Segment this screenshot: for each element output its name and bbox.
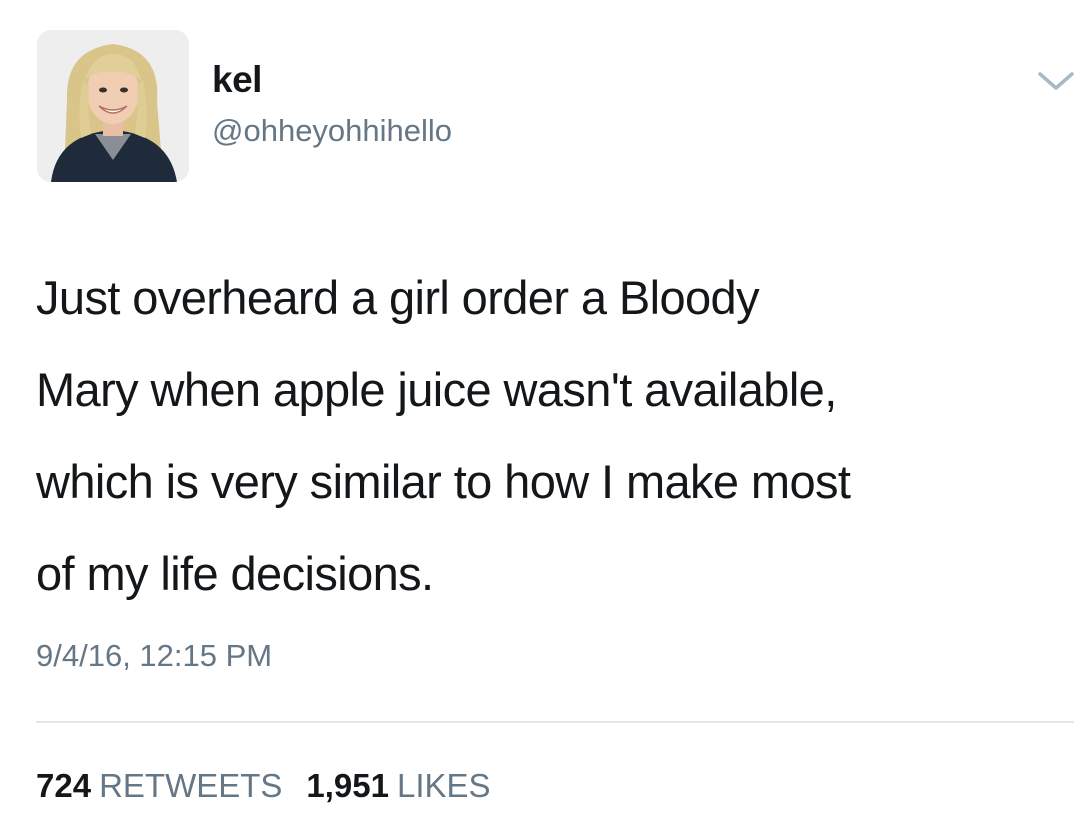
tweet-card: kel @ohheyohhihello Just overheard a gir… [0,0,1080,831]
tweet-text: Just overheard a girl order a Bloody Mar… [36,252,1076,620]
tweet-text-line: of my life decisions. [36,547,434,600]
tweet-timestamp[interactable]: 9/4/16, 12:15 PM [36,636,272,676]
profile-photo-icon [37,30,189,182]
retweets-stat[interactable]: 724 RETWEETS [36,767,282,804]
tweet-text-line: Just overheard a girl order a Bloody [36,271,760,324]
tweet-text-line: Mary when apple juice wasn't available, [36,363,837,416]
chevron-down-icon[interactable] [1036,66,1076,96]
likes-stat[interactable]: 1,951 LIKES [306,767,490,804]
display-name[interactable]: kel [212,58,262,102]
tweet-stats: 724 RETWEETS 1,951 LIKES [36,765,491,807]
tweet-text-line: which is very similar to how I make most [36,455,851,508]
retweets-count: 724 [36,767,92,804]
user-handle[interactable]: @ohheyohhihello [212,112,452,150]
likes-count: 1,951 [306,767,389,804]
divider [36,721,1074,723]
likes-label: LIKES [397,767,491,804]
retweets-label: RETWEETS [99,767,283,804]
avatar[interactable] [37,30,189,182]
